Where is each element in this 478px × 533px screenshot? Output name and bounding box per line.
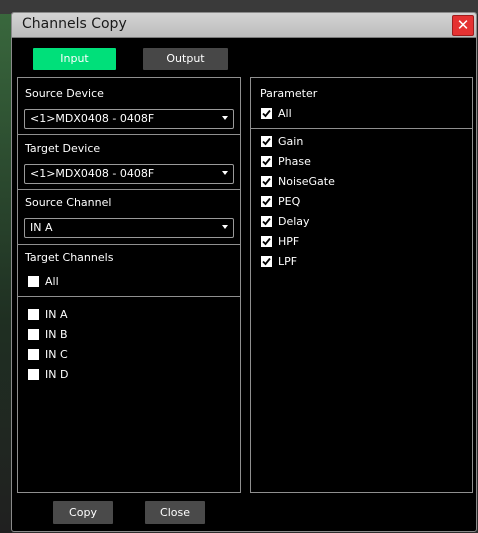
source-device-select[interactable]: <1>MDX0408 - 0408F: [24, 109, 234, 129]
checkbox-box: [28, 329, 39, 340]
checkbox-box: [261, 196, 272, 207]
window-title: Channels Copy: [22, 16, 127, 32]
checkbox-label: IN D: [45, 368, 69, 381]
copy-button[interactable]: Copy: [53, 501, 113, 524]
divider: [251, 128, 472, 129]
checkbox-box: [28, 349, 39, 360]
source-channel-value: IN A: [30, 221, 53, 234]
tab-input[interactable]: Input: [33, 48, 116, 70]
chevron-down-icon: [222, 171, 228, 175]
check-icon: [262, 137, 271, 146]
checkbox-box: [261, 136, 272, 147]
close-icon[interactable]: ✕: [452, 15, 474, 36]
chevron-down-icon: [222, 225, 228, 229]
checkbox-box: [261, 236, 272, 247]
channel-panel: Source Device <1>MDX0408 - 0408F Target …: [17, 77, 241, 493]
check-icon: [262, 197, 271, 206]
checkbox-box: [28, 309, 39, 320]
source-device-value: <1>MDX0408 - 0408F: [30, 112, 155, 125]
check-icon: [262, 237, 271, 246]
checkbox-box: [261, 256, 272, 267]
channels-copy-dialog: Channels Copy ✕ Input Output Source Devi…: [11, 12, 477, 532]
divider: [18, 244, 240, 245]
divider: [18, 134, 240, 135]
checkbox-label: Gain: [278, 135, 304, 148]
check-icon: [262, 109, 271, 118]
checkbox-label: All: [45, 275, 59, 288]
target-device-select[interactable]: <1>MDX0408 - 0408F: [24, 164, 234, 184]
source-channel-select[interactable]: IN A: [24, 218, 234, 238]
source-device-label: Source Device: [25, 87, 104, 100]
parameter-panel: Parameter All Gain Phase NoiseGate PEQ D…: [250, 77, 473, 493]
check-icon: [262, 177, 271, 186]
target-device-label: Target Device: [25, 142, 101, 155]
checkbox-box: [28, 369, 39, 380]
checkbox-label: All: [278, 107, 292, 120]
check-icon: [262, 157, 271, 166]
checkbox-label: LPF: [278, 255, 298, 268]
checkbox-box: [261, 216, 272, 227]
close-button[interactable]: Close: [145, 501, 205, 524]
checkbox-label: Delay: [278, 215, 310, 228]
checkbox-label: IN B: [45, 328, 68, 341]
title-bar: Channels Copy ✕: [12, 13, 476, 38]
divider: [18, 189, 240, 190]
checkbox-box: [261, 156, 272, 167]
tab-output[interactable]: Output: [143, 48, 228, 70]
check-icon: [262, 257, 271, 266]
checkbox-label: IN C: [45, 348, 68, 361]
checkbox-box: [261, 108, 272, 119]
checkbox-box: [28, 276, 39, 287]
target-channels-label: Target Channels: [25, 251, 114, 264]
checkbox-label: IN A: [45, 308, 68, 321]
checkbox-label: Phase: [278, 155, 311, 168]
checkbox-label: HPF: [278, 235, 300, 248]
divider: [18, 296, 240, 297]
checkbox-label: NoiseGate: [278, 175, 335, 188]
chevron-down-icon: [222, 116, 228, 120]
target-device-value: <1>MDX0408 - 0408F: [30, 167, 155, 180]
checkbox-label: PEQ: [278, 195, 301, 208]
source-channel-label: Source Channel: [25, 196, 112, 209]
parameter-label: Parameter: [260, 87, 318, 100]
checkbox-box: [261, 176, 272, 187]
check-icon: [262, 217, 271, 226]
